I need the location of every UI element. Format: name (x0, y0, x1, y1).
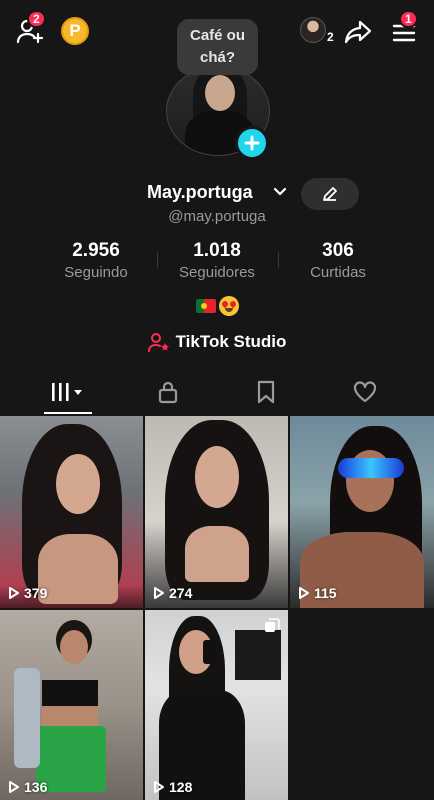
tab-videos[interactable] (20, 372, 116, 412)
coins-button[interactable]: P (61, 17, 89, 45)
heart-eyes-emoji-icon (219, 296, 239, 316)
view-count-value: 115 (314, 585, 337, 601)
view-count: 379 (8, 585, 47, 601)
edit-profile-button[interactable] (301, 178, 359, 210)
tab-liked[interactable] (317, 372, 413, 412)
note-line-1: Café ou (189, 27, 245, 44)
add-friends-button[interactable]: 2 (16, 10, 46, 46)
add-story-button[interactable] (235, 126, 269, 160)
pencil-icon (323, 187, 337, 201)
stat-value: 306 (322, 240, 354, 261)
stat-divider (278, 252, 279, 268)
grid-icon (52, 383, 82, 401)
heart-icon (353, 381, 377, 403)
view-count: 128 (153, 779, 192, 795)
video-thumbnail[interactable]: 274 (145, 416, 288, 608)
video-thumbnail[interactable]: 136 (0, 610, 143, 800)
view-count-value: 379 (24, 585, 48, 601)
profile-switch-avatar[interactable] (300, 17, 326, 43)
name-row: May.portuga (0, 178, 434, 210)
video-thumbnail[interactable]: 379 (0, 416, 143, 608)
profile-handle: @may.portuga (168, 208, 266, 225)
play-icon (9, 781, 19, 793)
video-grid: 379 274 115 136 128 (0, 416, 434, 800)
stat-following[interactable]: 2.956 Seguindo (41, 240, 151, 281)
view-count-value: 274 (169, 585, 193, 601)
profile-stats: 2.956 Seguindo 1.018 Seguidores 306 Curt… (0, 240, 434, 288)
active-tab-indicator (44, 412, 92, 414)
tab-private[interactable] (120, 372, 216, 412)
studio-user-star-icon (147, 333, 169, 352)
stat-label: Seguidores (179, 264, 255, 281)
video-thumbnail[interactable]: 115 (290, 416, 434, 608)
stat-value: 1.018 (193, 240, 241, 261)
view-count: 274 (153, 585, 192, 601)
chevron-down-icon[interactable] (272, 184, 288, 200)
share-icon (344, 20, 372, 44)
stat-label: Curtidas (310, 264, 366, 281)
menu-badge: 1 (399, 10, 418, 28)
portugal-flag-icon (196, 299, 216, 313)
view-count-value: 136 (24, 779, 48, 795)
bookmark-icon (257, 380, 275, 404)
stat-label: Seguindo (64, 264, 128, 281)
multi-image-icon (265, 618, 280, 632)
view-count: 115 (298, 585, 337, 601)
stat-followers[interactable]: 1.018 Seguidores (162, 240, 272, 281)
lock-icon (158, 381, 178, 404)
content-tabs (0, 372, 434, 414)
stat-value: 2.956 (72, 240, 120, 261)
stat-likes[interactable]: 306 Curtidas (283, 240, 393, 281)
studio-label: TikTok Studio (175, 332, 287, 351)
note-bubble[interactable]: Café ou chá? (177, 19, 258, 75)
play-icon (154, 781, 164, 793)
view-count: 136 (8, 779, 47, 795)
plus-icon (244, 135, 260, 151)
view-count-value: 128 (169, 779, 193, 795)
profile-switch-count: 2 (327, 30, 334, 44)
profile-name[interactable]: May.portuga (147, 182, 253, 203)
play-icon (299, 587, 309, 599)
bio-emojis (196, 296, 239, 316)
play-icon (9, 587, 19, 599)
notification-badge: 2 (27, 10, 46, 28)
stat-divider (157, 252, 158, 268)
play-icon (154, 587, 164, 599)
menu-button[interactable]: 1 (390, 10, 418, 46)
video-thumbnail[interactable]: 128 (145, 610, 288, 800)
share-button[interactable] (343, 18, 373, 46)
tiktok-studio-link[interactable]: TikTok Studio (0, 332, 434, 352)
note-line-2: chá? (199, 49, 235, 66)
tab-saved[interactable] (218, 372, 314, 412)
